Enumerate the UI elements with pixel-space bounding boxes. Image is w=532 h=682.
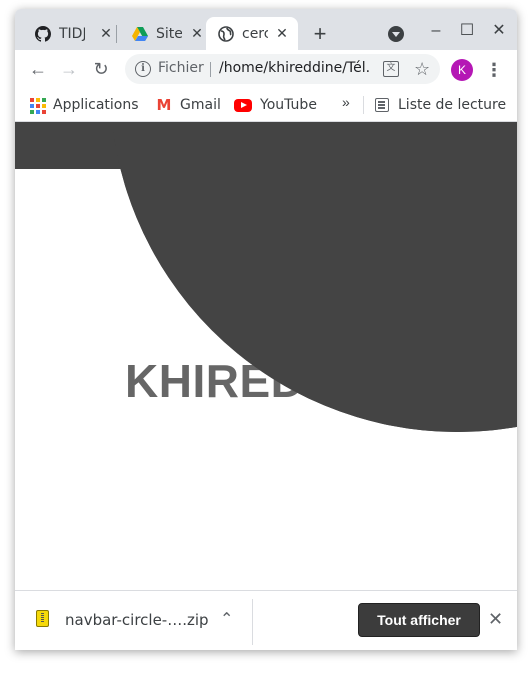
back-button[interactable]: ←: [27, 58, 49, 80]
maximize-button[interactable]: ☐: [456, 20, 478, 42]
bookmark-star-icon[interactable]: ☆: [414, 58, 430, 80]
globe-icon: [218, 25, 234, 42]
browser-window: TIDJ ✕ Site ✕ cerc ✕ + – ☐ ✕ ← → ↻ i Fic…: [15, 9, 517, 650]
tab-title: TIDJ: [59, 25, 85, 42]
reading-list-label: Liste de lecture: [398, 97, 507, 113]
tab-close-icon[interactable]: ✕: [189, 25, 205, 41]
tab-close-icon[interactable]: ✕: [274, 25, 290, 41]
browser-toolbar: ← → ↻ i Fichier /home/khireddine/Tél... …: [15, 50, 517, 88]
bookmark-gmail[interactable]: M Gmail: [156, 95, 221, 115]
reload-button[interactable]: ↻: [90, 58, 112, 80]
tab-title: cerc: [242, 25, 268, 42]
tab-search-icon[interactable]: [388, 26, 404, 42]
bookmark-label: Applications: [53, 97, 139, 113]
tab-github[interactable]: TIDJ ✕: [23, 17, 122, 50]
download-options-chevron-icon[interactable]: ⌃: [220, 610, 233, 630]
tab-close-icon[interactable]: ✕: [98, 25, 114, 41]
youtube-icon: [234, 98, 252, 112]
bookmarks-bar: Applications M Gmail YouTube » Liste de …: [15, 88, 517, 122]
reading-list-button[interactable]: Liste de lecture: [375, 95, 506, 115]
profile-avatar[interactable]: K: [451, 59, 473, 81]
tab-strip: TIDJ ✕ Site ✕ cerc ✕ + – ☐ ✕: [15, 9, 517, 50]
close-window-button[interactable]: ✕: [488, 20, 510, 42]
bookmarks-separator: [363, 96, 364, 114]
hamburger-menu-icon[interactable]: [458, 138, 485, 156]
download-shelf: navbar-circle-….zip ⌃ Tout afficher ✕: [15, 590, 517, 650]
site-info-icon[interactable]: i: [135, 61, 151, 77]
tab-separator: [116, 25, 117, 43]
page-viewport: About KHIREDDINE: [15, 122, 517, 590]
bookmark-label: Gmail: [180, 97, 221, 113]
gmail-icon: M: [156, 96, 172, 114]
more-bookmarks-chevron-icon[interactable]: »: [342, 94, 350, 110]
address-bar[interactable]: i Fichier /home/khireddine/Tél... 文 ☆: [125, 54, 440, 84]
browser-menu-icon[interactable]: ⋮: [485, 59, 503, 81]
close-shelf-icon[interactable]: ✕: [488, 608, 503, 630]
url-text[interactable]: /home/khireddine/Tél...: [219, 60, 371, 76]
show-all-downloads-button[interactable]: Tout afficher: [358, 603, 480, 637]
nav-link-about[interactable]: About: [243, 151, 285, 169]
tab-title: Site: [156, 25, 182, 42]
omnibox-separator: [210, 62, 211, 77]
download-file-name[interactable]: navbar-circle-….zip: [65, 611, 209, 629]
minimize-button[interactable]: –: [425, 20, 447, 42]
bookmark-applications[interactable]: Applications: [29, 95, 139, 115]
reading-list-icon: [375, 98, 389, 112]
apps-grid-icon: [29, 97, 46, 114]
forward-button[interactable]: →: [58, 58, 80, 80]
tab-google-drive[interactable]: Site ✕: [120, 17, 213, 50]
file-scheme-label: Fichier: [158, 60, 204, 76]
translate-icon[interactable]: 文: [383, 61, 399, 77]
new-tab-button[interactable]: +: [308, 22, 332, 46]
github-icon: [35, 25, 51, 42]
zip-file-icon: [36, 610, 49, 627]
tab-cercle-active[interactable]: cerc ✕: [206, 17, 298, 50]
bookmark-label: YouTube: [260, 97, 317, 113]
shelf-separator: [252, 599, 253, 645]
google-drive-icon: [132, 26, 148, 42]
bookmark-youtube[interactable]: YouTube: [234, 95, 317, 115]
hero-title: KHIREDDINE: [125, 355, 417, 407]
